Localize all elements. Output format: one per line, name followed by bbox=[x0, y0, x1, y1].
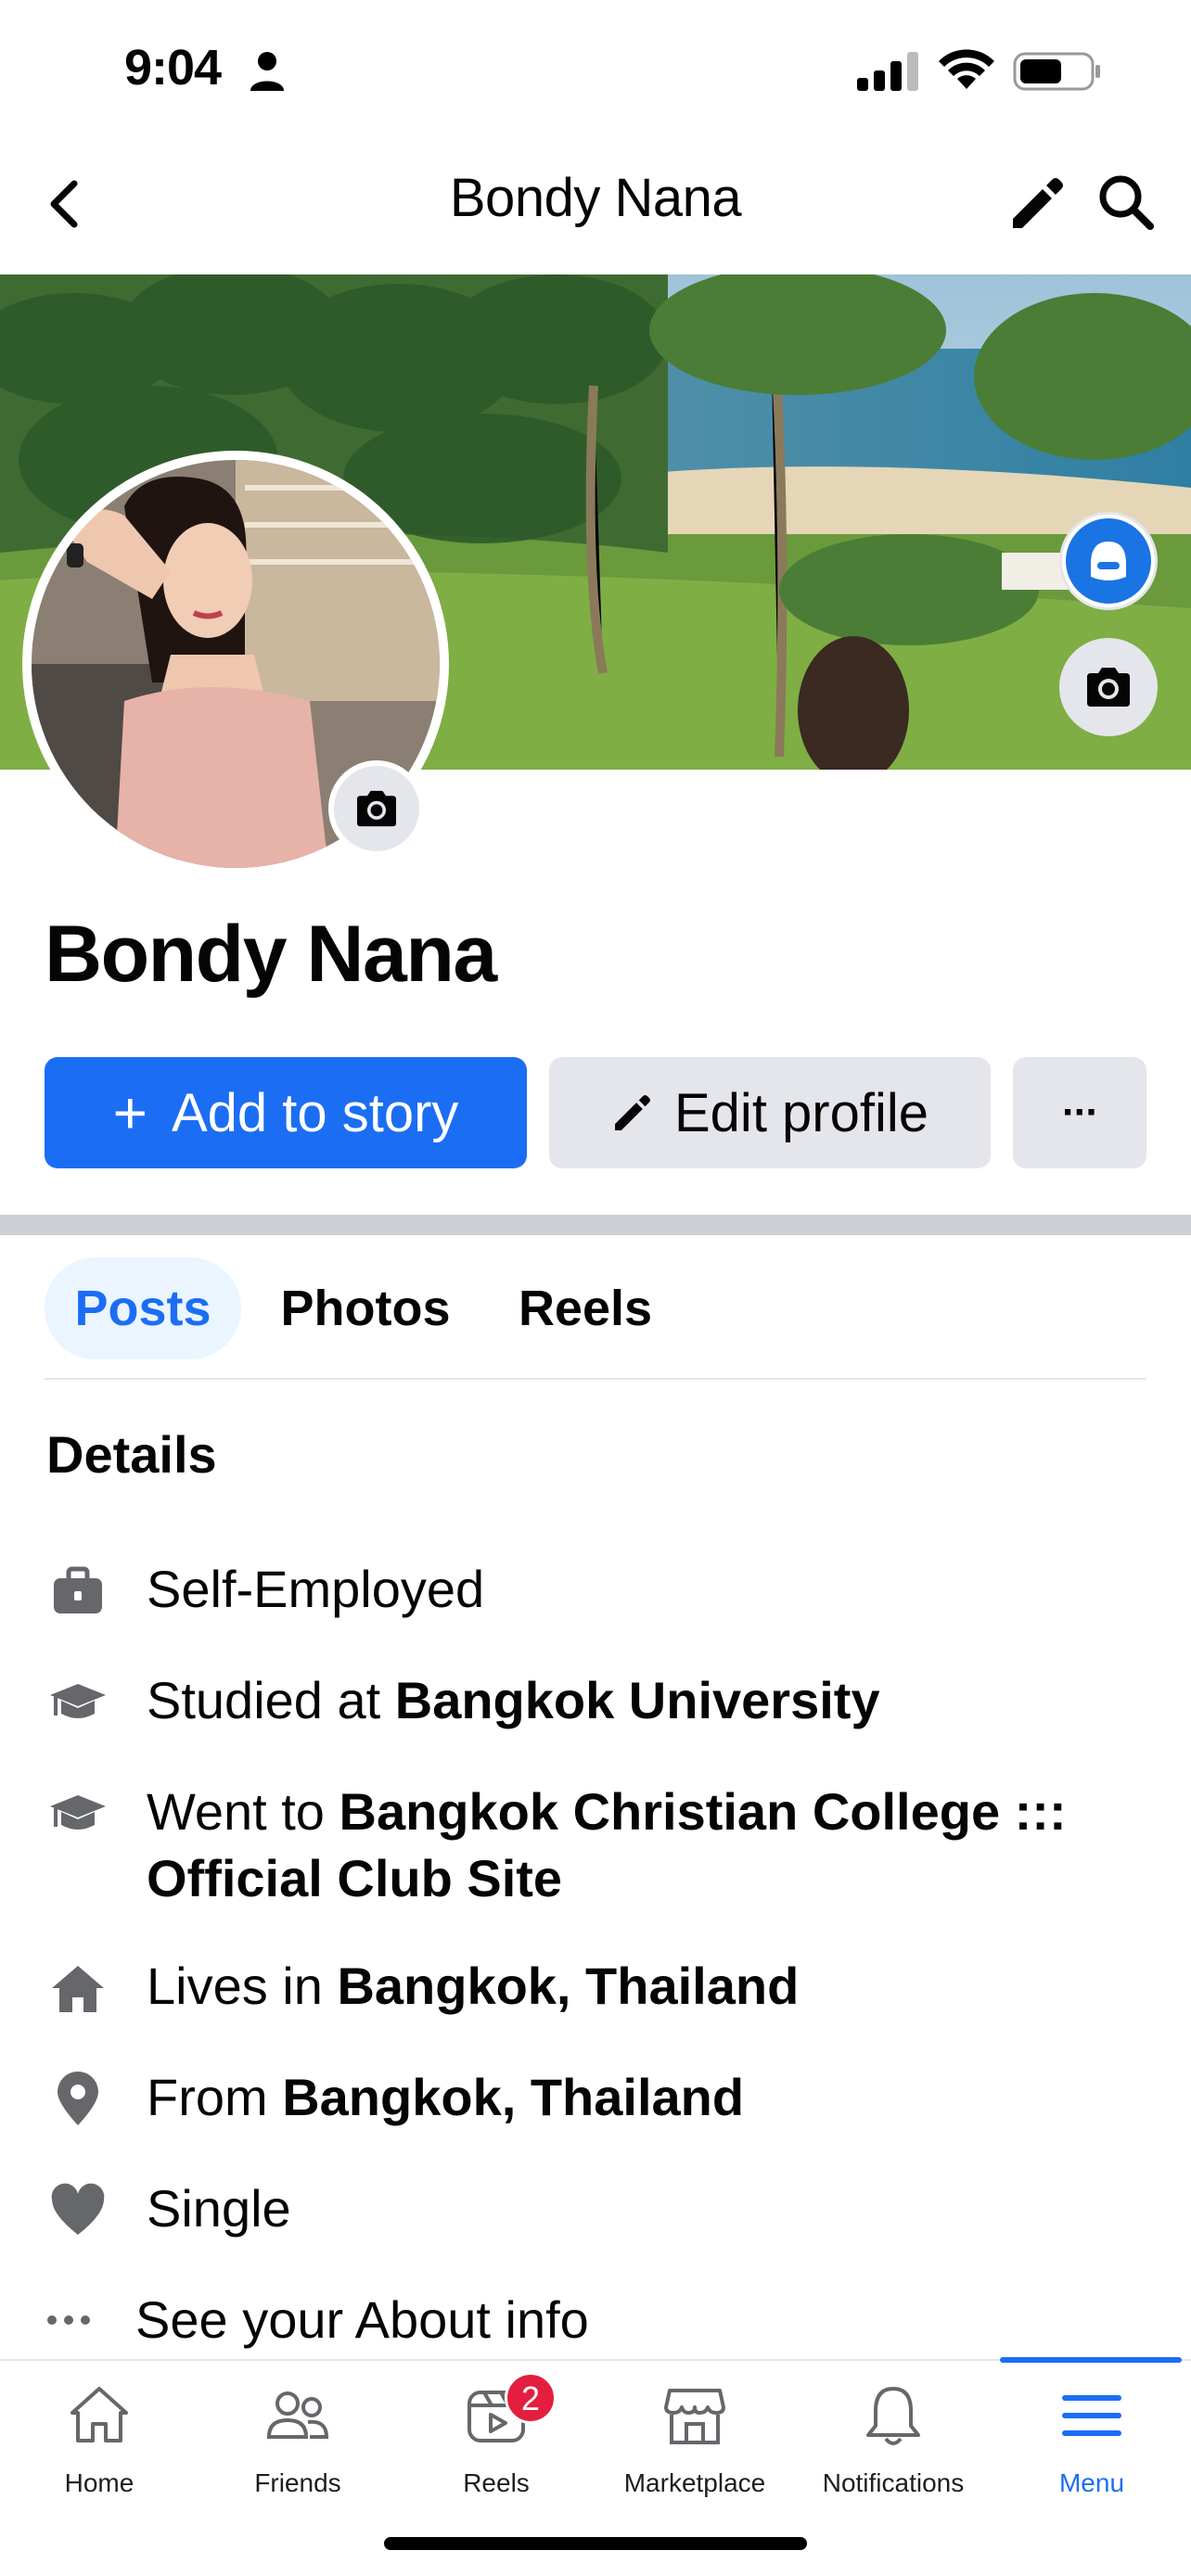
more-dots-icon: ··· bbox=[1062, 1090, 1099, 1135]
status-bar: 9:04 bbox=[0, 0, 1191, 139]
add-to-story-label: Add to story bbox=[171, 1082, 459, 1143]
cover-camera-button[interactable] bbox=[1059, 638, 1158, 736]
nav-menu[interactable]: Menu bbox=[992, 2361, 1191, 2509]
nav-home-label: Home bbox=[64, 2468, 134, 2497]
cellular-signal-icon bbox=[857, 52, 918, 91]
graduation-cap-icon bbox=[50, 1684, 106, 1718]
heart-icon bbox=[51, 2183, 105, 2235]
marketplace-icon bbox=[664, 2389, 725, 2444]
tab-reels[interactable]: Reels bbox=[497, 1257, 673, 1359]
nav-marketplace-label: Marketplace bbox=[623, 2468, 766, 2497]
detail-link[interactable]: Bangkok, Thailand bbox=[282, 2068, 744, 2126]
battery-icon bbox=[1013, 52, 1100, 91]
profile-name: Bondy Nana bbox=[45, 910, 497, 999]
home-icon bbox=[52, 1966, 104, 2012]
more-dots-icon bbox=[47, 2315, 90, 2325]
detail-prefix: Self-Employed bbox=[147, 1560, 485, 1618]
back-chevron-icon[interactable] bbox=[43, 176, 87, 232]
detail-prefix: Went to bbox=[147, 1782, 339, 1841]
edit-profile-button[interactable]: Edit profile bbox=[549, 1057, 991, 1168]
nav-friends[interactable]: Friends bbox=[198, 2361, 397, 2509]
briefcase-icon bbox=[54, 1566, 102, 1613]
plus-icon: + bbox=[112, 1079, 147, 1146]
nav-notifications-label: Notifications bbox=[822, 2468, 965, 2497]
status-time: 9:04 bbox=[124, 40, 222, 96]
page-title-text: Bondy Nana bbox=[449, 168, 742, 228]
friends-icon bbox=[266, 2391, 329, 2439]
camera-icon bbox=[357, 790, 396, 827]
search-icon[interactable] bbox=[1095, 171, 1158, 234]
edit-profile-label: Edit profile bbox=[673, 1082, 929, 1143]
detail-prefix: Studied at bbox=[147, 1671, 395, 1729]
nav-friends-label: Friends bbox=[254, 2468, 341, 2497]
nav-marketplace[interactable]: Marketplace bbox=[596, 2361, 794, 2509]
detail-prefix: Lives in bbox=[147, 1957, 338, 2015]
tab-photos[interactable]: Photos bbox=[263, 1257, 467, 1359]
pencil-icon[interactable] bbox=[1005, 172, 1069, 236]
nav-reels[interactable]: 2 Reels bbox=[397, 2361, 596, 2509]
avatar-face-icon bbox=[1062, 515, 1155, 607]
see-about-info-label: See your About info bbox=[135, 2290, 589, 2349]
profile-tabs: Posts Photos Reels bbox=[45, 1257, 1146, 1380]
detail-prefix: From bbox=[147, 2068, 283, 2126]
menu-icon bbox=[1062, 2395, 1121, 2436]
more-options-button[interactable]: ··· bbox=[1013, 1057, 1146, 1168]
tab-posts[interactable]: Posts bbox=[45, 1257, 241, 1359]
avatar-button[interactable] bbox=[1059, 512, 1158, 610]
section-divider bbox=[0, 1215, 1191, 1235]
reels-notification-badge: 2 bbox=[505, 2372, 557, 2424]
bell-icon bbox=[866, 2387, 920, 2445]
person-icon bbox=[250, 52, 284, 91]
pencil-icon bbox=[615, 1095, 650, 1130]
nav-notifications[interactable]: Notifications bbox=[794, 2361, 992, 2509]
home-icon bbox=[70, 2387, 128, 2442]
location-pin-icon bbox=[58, 2072, 98, 2125]
camera-icon bbox=[1087, 668, 1130, 707]
add-to-story-button[interactable]: + Add to story bbox=[45, 1057, 527, 1168]
avatar-icon bbox=[1091, 542, 1126, 580]
details-heading: Details bbox=[46, 1425, 217, 1484]
nav-menu-label: Menu bbox=[1058, 2468, 1125, 2497]
wifi-icon bbox=[939, 49, 994, 89]
profile-camera-button[interactable] bbox=[328, 760, 425, 857]
home-indicator[interactable] bbox=[384, 2537, 807, 2550]
detail-link[interactable]: Bangkok University bbox=[395, 1671, 880, 1729]
nav-reels-label: Reels bbox=[463, 2468, 530, 2497]
detail-prefix: Single bbox=[147, 2179, 291, 2238]
nav-home[interactable]: Home bbox=[0, 2361, 198, 2509]
top-nav-bar: Bondy Nana bbox=[0, 139, 1191, 274]
detail-link[interactable]: Bangkok, Thailand bbox=[337, 1957, 799, 2015]
graduation-cap-icon bbox=[50, 1795, 106, 1830]
